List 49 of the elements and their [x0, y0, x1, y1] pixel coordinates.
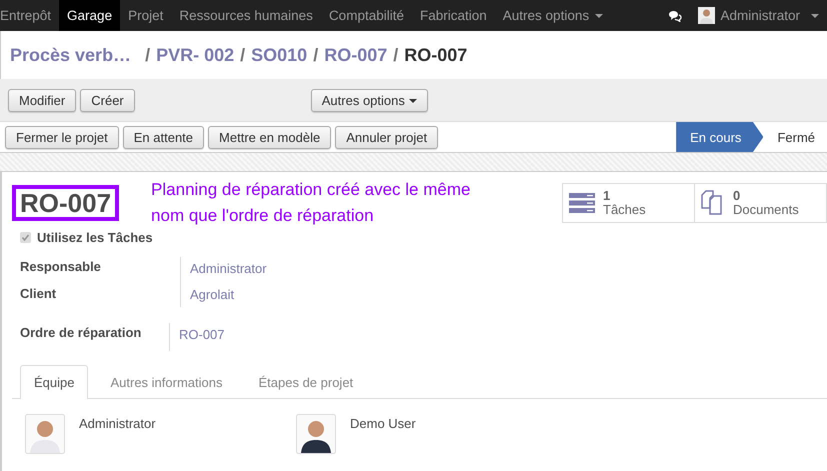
field-value[interactable]: Administrator	[190, 261, 267, 276]
status-button[interactable]: Annuler projet	[335, 126, 438, 148]
menu-item[interactable]: Comptabilité	[320, 0, 412, 31]
tab[interactable]: Autres informations	[96, 365, 236, 399]
member-name[interactable]: Administrator	[79, 416, 156, 454]
field-label: Client	[20, 286, 58, 301]
more-options-button[interactable]: Autres options	[310, 88, 428, 112]
menu-item[interactable]: Autres options	[494, 0, 612, 31]
user-menu[interactable]: Administrator	[698, 7, 819, 24]
action-button[interactable]: Modifier	[8, 88, 76, 112]
status-button[interactable]: Fermer le projet	[5, 126, 119, 148]
tab[interactable]: Équipe	[20, 365, 88, 399]
menu-item[interactable]: Projet	[120, 0, 172, 31]
avatar-icon	[698, 7, 716, 24]
stat-button[interactable]: 1 Tâches	[563, 184, 694, 222]
breadcrumb-item[interactable]: RO-007	[324, 44, 388, 66]
field-label: Responsable	[20, 259, 102, 274]
avatar-icon	[296, 414, 336, 454]
action-button[interactable]: Créer	[80, 88, 135, 112]
field-value[interactable]: Agrolait	[190, 287, 267, 302]
breadcrumb-item[interactable]: PVR- 002	[156, 44, 234, 66]
breadcrumb-separator: /	[393, 44, 398, 66]
field-value[interactable]: RO-007	[179, 327, 225, 342]
page-title: RO-007	[404, 44, 468, 66]
status-button[interactable]: En attente	[122, 126, 204, 148]
menu-item[interactable]: Garage	[59, 0, 120, 31]
stage-step[interactable]: Fermé	[763, 122, 827, 152]
stat-button[interactable]: 0 Documents	[694, 184, 826, 222]
menu-item[interactable]: Fabrication	[412, 0, 495, 31]
avatar-icon	[25, 414, 65, 454]
menu-item[interactable]: Entrepôt	[0, 0, 60, 31]
breadcrumb-item[interactable]: Procès verb…	[10, 44, 132, 66]
breadcrumb-separator: /	[240, 44, 246, 66]
breadcrumb-separator: /	[313, 44, 318, 66]
breadcrumb-item[interactable]: SO010	[251, 44, 308, 66]
documents-icon	[701, 190, 725, 216]
member-name[interactable]: Demo User	[350, 416, 416, 454]
field-label: Ordre de réparation	[20, 325, 142, 340]
tab[interactable]: Étapes de projet	[244, 365, 368, 399]
chat-icon[interactable]	[668, 10, 682, 22]
checkbox-label: Utilisez les Tâches	[37, 230, 153, 245]
record-title: RO-007	[12, 185, 120, 221]
annotation-text: Planning de réparation créé avec le même nom que l'ordre de réparation	[151, 179, 472, 227]
breadcrumb-separator: /	[145, 44, 150, 66]
list-icon	[569, 192, 595, 214]
status-button[interactable]: Mettre en modèle	[208, 126, 332, 148]
stage-step[interactable]: En cours	[676, 122, 764, 152]
menu-item[interactable]: Ressources humaines	[171, 0, 321, 31]
checkbox[interactable]	[20, 232, 31, 243]
